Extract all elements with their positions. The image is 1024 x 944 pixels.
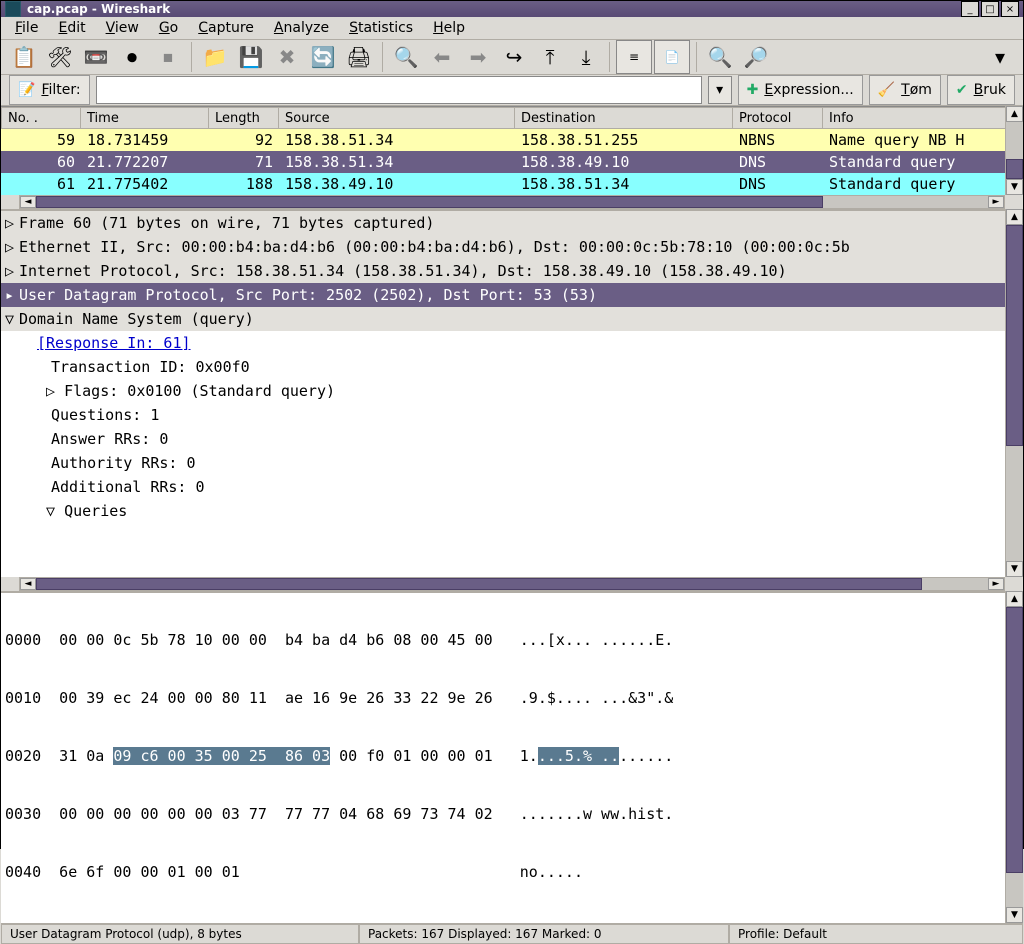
hex-pane: 0000 00 00 0c 5b 78 10 00 00 b4 ba d4 b6… (1, 591, 1023, 923)
packet-details-pane: ▷Frame 60 (71 bytes on wire, 71 bytes ca… (1, 209, 1023, 577)
packet-row[interactable]: 6021.77220771158.38.51.34158.38.49.10DNS… (1, 151, 1023, 173)
tree-ip[interactable]: ▷Internet Protocol, Src: 158.38.51.34 (1… (1, 259, 1023, 283)
dns-queries[interactable]: ▽ Queries (1, 499, 1023, 523)
menu-statistics[interactable]: Statistics (341, 17, 421, 39)
details-hscroll[interactable]: ◄ ► (19, 577, 1005, 591)
menu-file[interactable]: File (7, 17, 46, 39)
hex-row[interactable]: 0000 00 00 0c 5b 78 10 00 00 b4 ba d4 b6… (5, 631, 1019, 653)
dns-txid[interactable]: Transaction ID: 0x00f0 (1, 355, 1023, 379)
toolbar-overflow-button[interactable]: ▾ (983, 40, 1017, 74)
find-button[interactable]: 🔍 (389, 40, 423, 74)
status-profile: Profile: Default (729, 924, 1023, 944)
col-header-no[interactable]: No. . (1, 107, 81, 129)
hex-row[interactable]: 0030 00 00 00 00 00 00 03 77 77 77 04 68… (5, 805, 1019, 827)
clear-button[interactable]: 🧹Tøm (869, 75, 941, 105)
titlebar: cap.pcap - Wireshark _ □ × (1, 1, 1023, 17)
options-button[interactable]: 🛠 (43, 40, 77, 74)
status-left: User Datagram Protocol (udp), 8 bytes (1, 924, 359, 944)
filter-button[interactable]: 📝Filter: (9, 75, 90, 105)
close-file-button[interactable]: ✖ (270, 40, 304, 74)
statusbar: User Datagram Protocol (udp), 8 bytes Pa… (1, 923, 1023, 944)
window-title: cap.pcap - Wireshark (27, 2, 959, 16)
packetlist-hscroll[interactable]: ◄ ► (19, 195, 1005, 209)
reload-button[interactable]: 🔄 (306, 40, 340, 74)
packet-row[interactable]: 6121.775402188158.38.49.10158.38.51.34DN… (1, 173, 1023, 195)
main-toolbar: 📋 🛠 📼 ⏺ ⏹ 📁 💾 ✖ 🔄 🖨 🔍 ⬅ ➡ ↪ ⤒ ⤓ ≡ 📄 🔍 🔎 … (1, 40, 1023, 75)
menu-edit[interactable]: Edit (50, 17, 93, 39)
main-window: cap.pcap - Wireshark _ □ × File Edit Vie… (0, 0, 1024, 849)
zoom-in-button[interactable]: 🔍 (703, 40, 737, 74)
menu-view[interactable]: View (98, 17, 147, 39)
col-header-info[interactable]: Info (823, 107, 1023, 129)
tree-frame[interactable]: ▷Frame 60 (71 bytes on wire, 71 bytes ca… (1, 211, 1023, 235)
menu-help[interactable]: Help (425, 17, 473, 39)
col-header-source[interactable]: Source (279, 107, 515, 129)
col-header-protocol[interactable]: Protocol (733, 107, 823, 129)
go-forward-button[interactable]: ➡ (461, 40, 495, 74)
dns-additional-rrs[interactable]: Additional RRs: 0 (1, 475, 1023, 499)
colorize-button[interactable]: ≡ (616, 40, 652, 74)
maximize-button[interactable]: □ (981, 1, 999, 17)
hex-row[interactable]: 0040 6e 6f 00 00 01 00 01 no..... (5, 863, 1019, 885)
dns-flags[interactable]: ▷ Flags: 0x0100 (Standard query) (1, 379, 1023, 403)
tree-udp[interactable]: ▸User Datagram Protocol, Src Port: 2502 … (1, 283, 1023, 307)
col-header-destination[interactable]: Destination (515, 107, 733, 129)
hex-vscroll[interactable]: ▲ ▼ (1005, 591, 1023, 923)
filter-toolbar: 📝Filter: ▾ ✚Expression... 🧹Tøm ✔Bruk (1, 75, 1023, 106)
tree-dns[interactable]: ▽Domain Name System (query) (1, 307, 1023, 331)
dns-answer-rrs[interactable]: Answer RRs: 0 (1, 427, 1023, 451)
dns-response-in[interactable]: [Response In: 61] (1, 331, 1023, 355)
menubar: File Edit View Go Capture Analyze Statis… (1, 17, 1023, 40)
menu-capture[interactable]: Capture (190, 17, 262, 39)
auto-scroll-button[interactable]: 📄 (654, 40, 690, 74)
go-back-button[interactable]: ⬅ (425, 40, 459, 74)
menu-analyze[interactable]: Analyze (266, 17, 337, 39)
go-to-packet-button[interactable]: ↪ (497, 40, 531, 74)
save-button[interactable]: 💾 (234, 40, 268, 74)
packet-row[interactable]: 5918.73145992158.38.51.34158.38.51.255NB… (1, 129, 1023, 151)
app-icon (5, 1, 21, 17)
packet-list-pane: No. . Time Length Source Destination Pro… (1, 106, 1023, 195)
filter-dropdown-button[interactable]: ▾ (708, 76, 732, 104)
stop-capture-button[interactable]: ⏺ (115, 40, 149, 74)
hex-row[interactable]: 0010 00 39 ec 24 00 00 80 11 ae 16 9e 26… (5, 689, 1019, 711)
zoom-out-button[interactable]: 🔎 (739, 40, 773, 74)
interfaces-button[interactable]: 📋 (7, 40, 41, 74)
minimize-button[interactable]: _ (961, 1, 979, 17)
menu-go[interactable]: Go (151, 17, 186, 39)
col-header-time[interactable]: Time (81, 107, 209, 129)
filter-input[interactable] (96, 76, 702, 104)
packet-list-header: No. . Time Length Source Destination Pro… (1, 107, 1023, 129)
print-button[interactable]: 🖨 (342, 40, 376, 74)
start-capture-button[interactable]: 📼 (79, 40, 113, 74)
go-first-button[interactable]: ⤒ (533, 40, 567, 74)
restart-capture-button[interactable]: ⏹ (151, 40, 185, 74)
packetlist-vscroll[interactable]: ▲ ▼ (1005, 106, 1023, 195)
expression-button[interactable]: ✚Expression... (738, 75, 863, 105)
close-button[interactable]: × (1001, 1, 1019, 17)
tree-ethernet[interactable]: ▷Ethernet II, Src: 00:00:b4:ba:d4:b6 (00… (1, 235, 1023, 259)
go-last-button[interactable]: ⤓ (569, 40, 603, 74)
dns-authority-rrs[interactable]: Authority RRs: 0 (1, 451, 1023, 475)
status-mid: Packets: 167 Displayed: 167 Marked: 0 (359, 924, 729, 944)
col-header-length[interactable]: Length (209, 107, 279, 129)
apply-button[interactable]: ✔Bruk (947, 75, 1015, 105)
dns-questions[interactable]: Questions: 1 (1, 403, 1023, 427)
open-button[interactable]: 📁 (198, 40, 232, 74)
hex-row[interactable]: 0020 31 0a 09 c6 00 35 00 25 86 03 00 f0… (5, 747, 1019, 769)
details-vscroll[interactable]: ▲ ▼ (1005, 209, 1023, 577)
